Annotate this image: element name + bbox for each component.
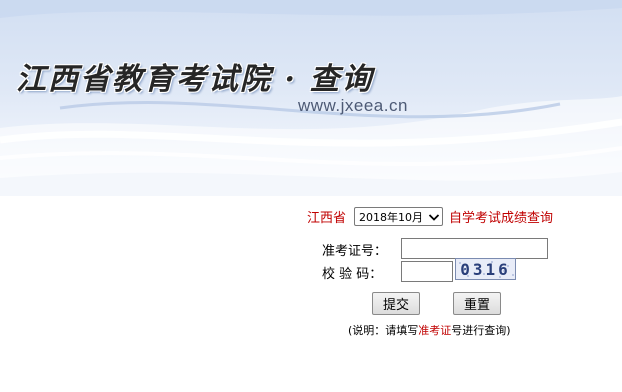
captcha-text: 0316 (460, 259, 511, 279)
header-banner: 江西省教育考试院 · 查询 www.jxeea.cn (0, 0, 622, 196)
exam-session-value: 2018年10月 (359, 210, 424, 224)
captcha-input[interactable] (401, 261, 453, 282)
submit-button[interactable]: 提交 (372, 292, 420, 315)
exam-selector-row: 江西省 2018年10月 自学考试成绩查询 (307, 207, 553, 226)
query-form: 江西省 2018年10月 自学考试成绩查询 准考证号： 校 验 码： 0316 … (0, 196, 622, 392)
captcha-image[interactable]: 0316 (455, 258, 516, 280)
note-prefix: (说明：请填写 (348, 324, 419, 337)
ticket-number-label: 准考证号： (322, 244, 388, 259)
note-middle: 号 (451, 324, 463, 337)
exam-session-select[interactable]: 2018年10月 (354, 207, 444, 226)
query-title: 自学考试成绩查询 (449, 211, 554, 226)
instruction-note: (说明：请填写准考证号进行查询) (348, 322, 511, 338)
captcha-label: 校 验 码： (322, 267, 383, 282)
note-suffix: 进行查询) (462, 324, 511, 337)
note-highlight: 准考证 (418, 324, 452, 337)
chevron-down-icon (428, 213, 440, 221)
reset-button[interactable]: 重置 (453, 292, 501, 315)
site-url: www.jxeea.cn (298, 96, 408, 115)
ticket-number-input[interactable] (401, 238, 548, 259)
province-label: 江西省 (307, 211, 347, 226)
site-title: 江西省教育考试院 · 查询 (16, 62, 374, 97)
